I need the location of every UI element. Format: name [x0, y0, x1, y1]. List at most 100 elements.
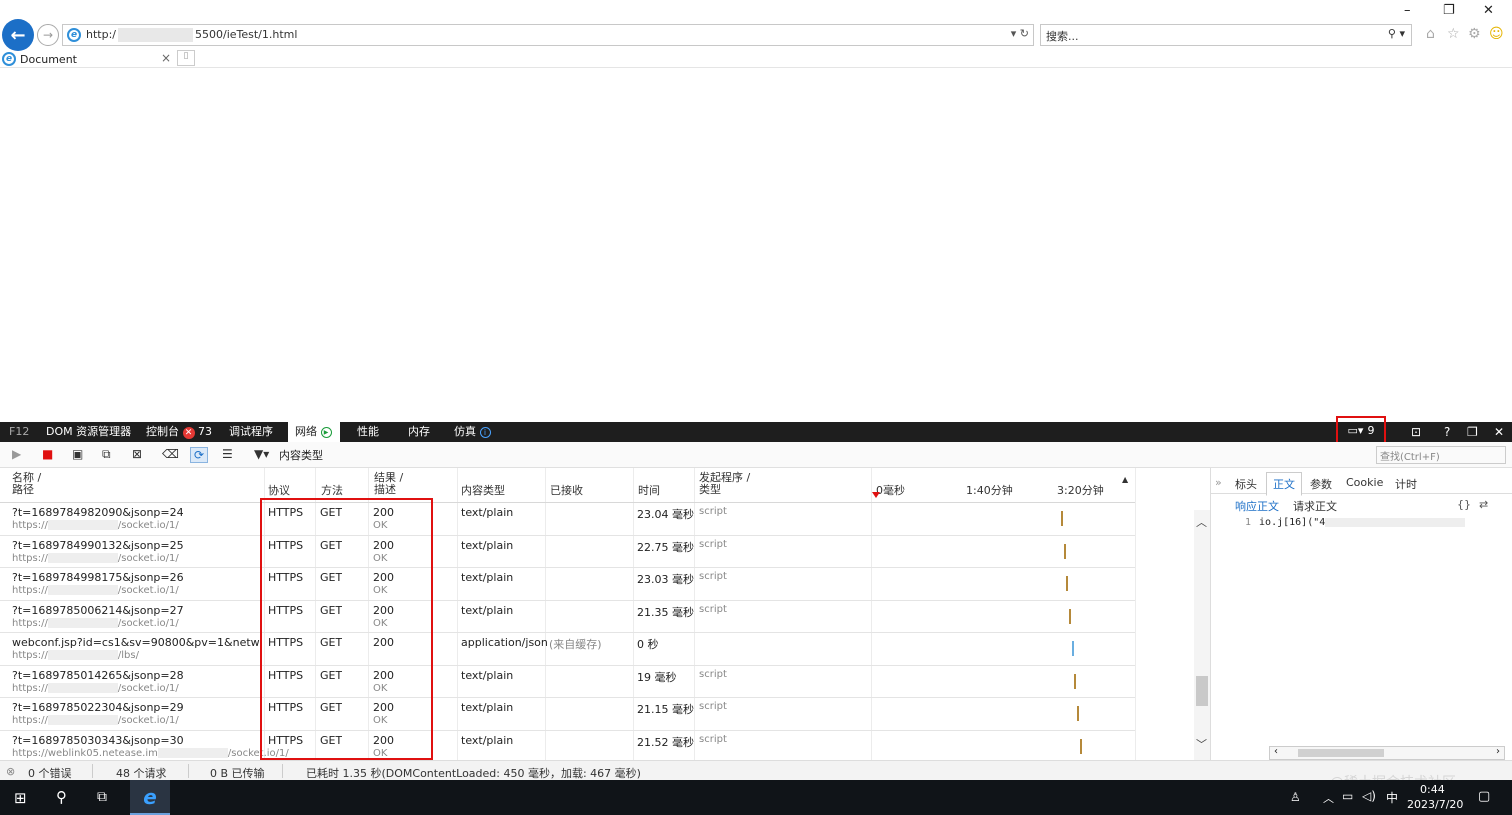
request-path-host: https://: [12, 552, 48, 564]
tab-timing[interactable]: 计时: [1395, 476, 1417, 492]
col-initiator-type-label: 类型: [699, 483, 721, 496]
new-tab-button[interactable]: ▯: [177, 50, 195, 66]
subtab-request-body[interactable]: 请求正文: [1293, 498, 1337, 514]
play-icon: ▶: [320, 426, 332, 438]
arrow-right-icon: →: [42, 28, 54, 42]
tab-emulation[interactable]: 仿真 i: [454, 422, 491, 442]
filter-icon[interactable]: ▼▾: [254, 447, 269, 461]
restore-button[interactable]: ❐: [1443, 3, 1455, 18]
ie-taskbar-button[interactable]: e: [130, 780, 170, 815]
col-received[interactable]: 已接收: [550, 485, 583, 497]
back-button[interactable]: ←: [2, 19, 34, 51]
table-row[interactable]: ?t=1689785006214&jsonp=27 HTTPS GET 200 text…: [0, 601, 1135, 633]
help-icon[interactable]: ?: [1444, 422, 1450, 442]
col-time[interactable]: 时间: [638, 485, 660, 497]
tab-performance[interactable]: 性能: [357, 422, 379, 442]
list-icon[interactable]: ☰: [222, 447, 233, 461]
tab-document[interactable]: e Document: [2, 50, 174, 68]
ime-indicator[interactable]: 中: [1386, 789, 1398, 806]
format-icon[interactable]: {}: [1457, 498, 1471, 511]
clock-date[interactable]: 2023/7/20: [1407, 798, 1463, 811]
table-row[interactable]: ?t=1689784998175&jsonp=26 HTTPS GET 200 text…: [0, 568, 1135, 601]
tab-params[interactable]: 参数: [1310, 476, 1332, 492]
network-tray-icon[interactable]: ▭: [1342, 789, 1353, 803]
always-refresh-icon[interactable]: ⟳: [190, 447, 209, 463]
request-content-type: application/json: [461, 636, 548, 649]
save-icon[interactable]: ▣: [72, 447, 83, 461]
task-view-icon[interactable]: ⧉: [97, 789, 107, 805]
sort-up-icon[interactable]: ▲: [1122, 474, 1128, 486]
col-result[interactable]: 结果 / 描述: [374, 472, 403, 496]
horizontal-scrollbar[interactable]: ‹ ›: [1269, 746, 1505, 760]
col-method[interactable]: 方法: [321, 485, 343, 497]
refresh-icon[interactable]: ↻: [1020, 27, 1029, 40]
clear-cache-icon[interactable]: ⌫: [162, 447, 179, 461]
status-divider: [188, 764, 189, 778]
content-type-filter[interactable]: 内容类型: [279, 447, 323, 463]
tab-cookie[interactable]: Cookie: [1346, 476, 1383, 489]
request-time: 19 毫秒: [637, 670, 677, 684]
find-input[interactable]: 查找(Ctrl+F): [1376, 446, 1506, 464]
collapse-icon[interactable]: »: [1215, 476, 1222, 489]
home-icon[interactable]: ⌂: [1426, 26, 1435, 42]
search-icon[interactable]: ⚲ ▾: [1388, 27, 1405, 40]
tab-headers[interactable]: 标头: [1235, 476, 1257, 492]
volume-icon[interactable]: ◁): [1362, 789, 1376, 803]
windows-start-icon[interactable]: ⊞: [14, 789, 27, 807]
col-name[interactable]: 名称 / 路径: [12, 472, 41, 496]
close-tab-icon[interactable]: ×: [161, 51, 171, 65]
favorites-star-icon[interactable]: ☆: [1447, 26, 1460, 42]
search-input[interactable]: 搜索... ⚲ ▾: [1040, 24, 1412, 46]
request-path-host: https://: [12, 682, 48, 694]
people-icon[interactable]: ♙: [1290, 790, 1301, 804]
tab-dom-explorer[interactable]: DOM 资源管理器: [46, 422, 131, 442]
word-wrap-icon[interactable]: ⇄: [1479, 498, 1488, 511]
search-icon[interactable]: ⚲: [56, 788, 67, 806]
console-toggle-icon[interactable]: ⊡: [1411, 422, 1421, 442]
notification-icon[interactable]: ▢: [1478, 789, 1490, 804]
tab-console[interactable]: 控制台 ✕ 73: [146, 422, 212, 442]
undock-icon[interactable]: ❐: [1467, 422, 1478, 442]
chevron-down-icon[interactable]: ﹀: [1196, 736, 1207, 752]
device-emulation-button[interactable]: ▭▾ 9: [1336, 416, 1386, 444]
table-row[interactable]: ?t=1689784982090&jsonp=24 HTTPS GET 200 text…: [0, 503, 1135, 536]
import-icon[interactable]: ⧉: [102, 447, 111, 462]
stop-icon[interactable]: ■: [42, 447, 53, 461]
close-window-button[interactable]: ✕: [1483, 3, 1494, 18]
url-text[interactable]: http:/ 5500/ieTest/1.html: [86, 28, 297, 42]
tab-debugger[interactable]: 调试程序: [229, 422, 273, 442]
chevron-right-icon[interactable]: ›: [1496, 746, 1500, 757]
grid-scrollbar[interactable]: ︿ ﹀: [1194, 510, 1210, 760]
table-row[interactable]: ?t=1689785030343&jsonp=30 HTTPS GET 200 text…: [0, 731, 1135, 763]
minimize-button[interactable]: –: [1404, 3, 1411, 18]
chevron-up-icon[interactable]: ︿: [1196, 514, 1207, 530]
tray-chevron-icon[interactable]: ︿: [1323, 790, 1334, 806]
close-devtools-icon[interactable]: ✕: [1494, 422, 1504, 442]
clear-session-icon[interactable]: ⊠: [132, 447, 142, 461]
gear-icon[interactable]: ⚙: [1468, 26, 1481, 42]
table-row[interactable]: ?t=1689785022304&jsonp=29 HTTPS GET 200 text…: [0, 698, 1135, 731]
col-protocol[interactable]: 协议: [268, 485, 290, 497]
table-row[interactable]: webconf.jsp?id=cs1&sv=90800&pv=1&network…: [0, 633, 1135, 666]
table-row[interactable]: ?t=1689785014265&jsonp=28 HTTPS GET 200 text…: [0, 666, 1135, 698]
tab-body[interactable]: 正文: [1266, 472, 1302, 496]
forward-button[interactable]: →: [37, 24, 59, 46]
address-bar[interactable]: e http:/ 5500/ieTest/1.html ▾ ↻: [62, 24, 1034, 46]
chevron-left-icon[interactable]: ‹: [1274, 746, 1278, 757]
subtab-response-body[interactable]: 响应正文: [1235, 498, 1279, 514]
dropdown-icon[interactable]: ▾: [1011, 27, 1017, 40]
waterfall-bar: [1076, 706, 1079, 721]
request-content-type: text/plain: [461, 603, 514, 617]
col-initiator[interactable]: 发起程序 / 类型: [699, 472, 750, 496]
table-row[interactable]: ?t=1689784990132&jsonp=25 HTTPS GET 200 text…: [0, 536, 1135, 568]
tab-network[interactable]: 网络 ▶: [288, 422, 340, 442]
tab-memory[interactable]: 内存: [408, 422, 430, 442]
col-content-type[interactable]: 内容类型: [461, 485, 505, 497]
clock-time[interactable]: 0:44: [1420, 783, 1445, 796]
hscroll-thumb[interactable]: [1298, 749, 1384, 757]
smiley-feedback-icon[interactable]: ☺: [1489, 26, 1504, 42]
request-content-type: text/plain: [461, 701, 514, 714]
play-icon[interactable]: ▶: [12, 447, 21, 461]
scroll-thumb[interactable]: [1196, 676, 1208, 706]
waterfall-bar: [1063, 543, 1066, 559]
